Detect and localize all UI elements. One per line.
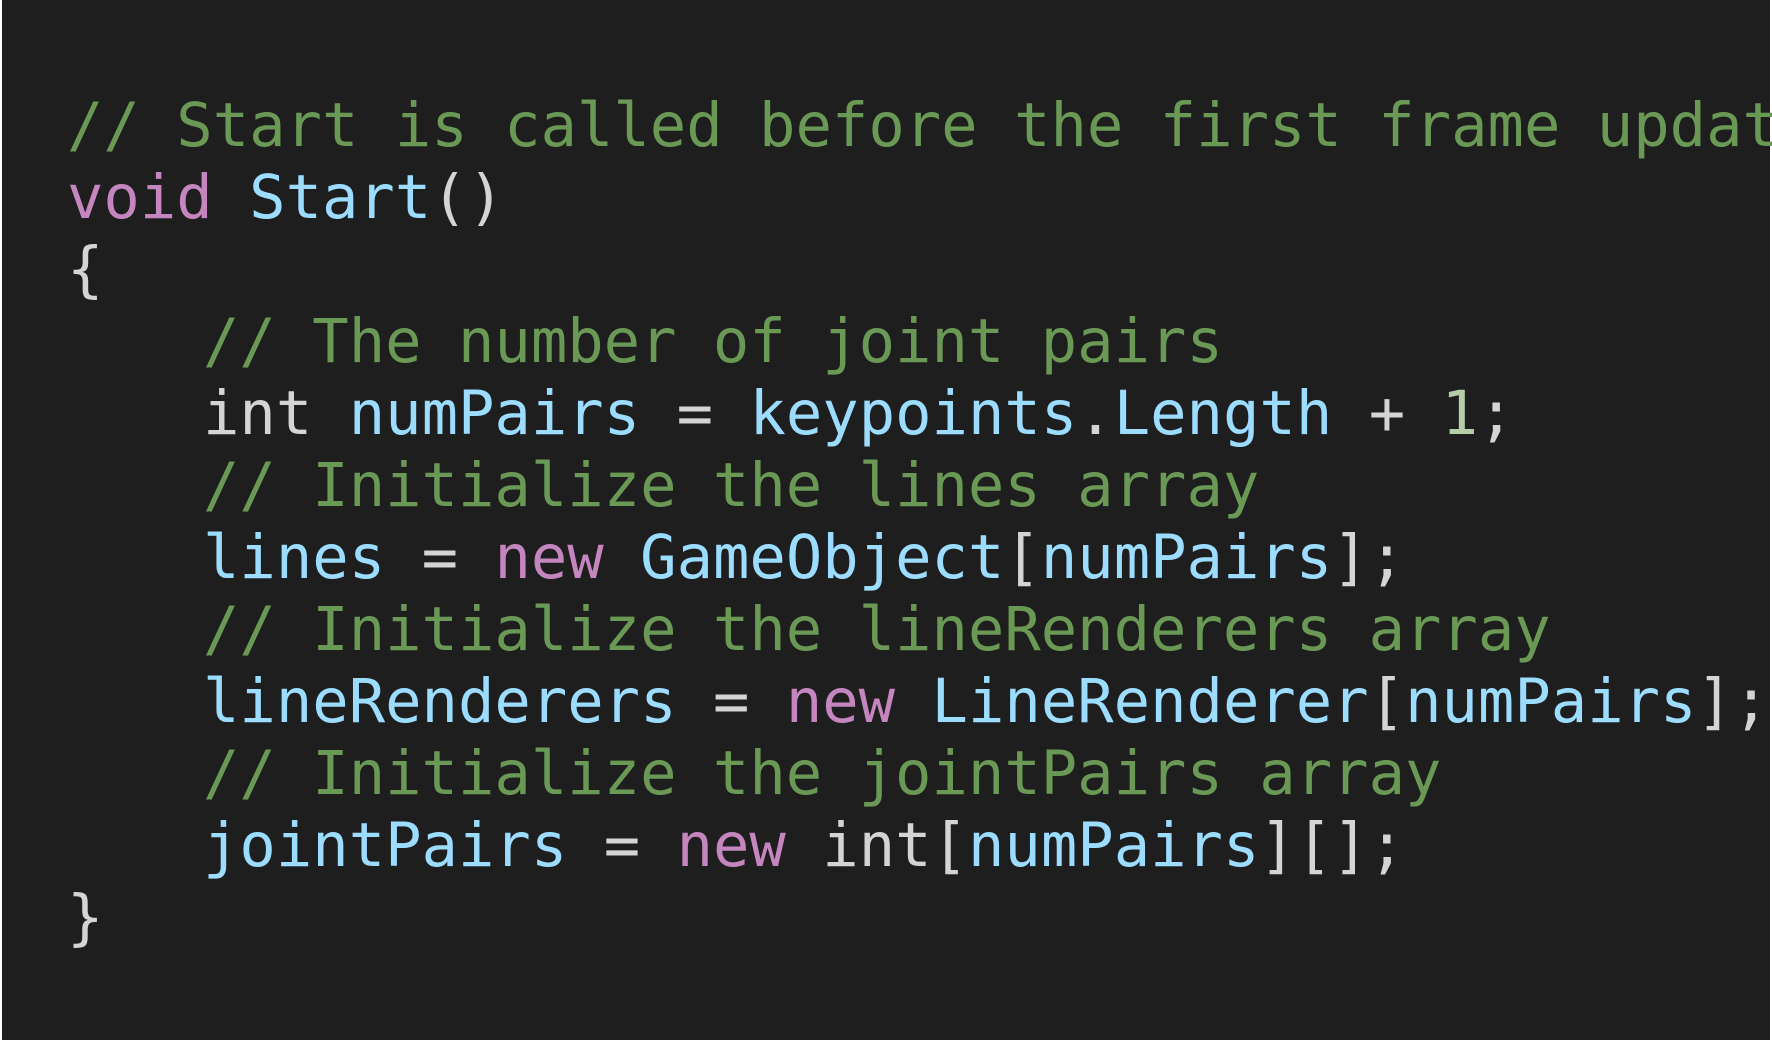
type-name: LineRenderer bbox=[931, 667, 1369, 737]
assign-operator: = bbox=[676, 379, 713, 449]
close-bracket: ]; bbox=[1696, 667, 1770, 737]
assign-operator: = bbox=[712, 667, 750, 737]
code-line-12: } bbox=[67, 882, 1770, 954]
object-name: keypoints bbox=[749, 379, 1078, 449]
assign-operator: = bbox=[603, 811, 641, 881]
code-line-1: // Start is called before the first fram… bbox=[67, 90, 1772, 162]
plus-operator: + bbox=[1368, 379, 1406, 449]
code-line-5: int numPairs = keypoints.Length + 1; bbox=[67, 378, 1770, 450]
type-int: int bbox=[203, 379, 313, 449]
semicolon: ; bbox=[1478, 379, 1515, 449]
comment: // Initialize the jointPairs array bbox=[203, 739, 1442, 809]
argument: numPairs bbox=[1405, 667, 1697, 737]
variable: numPairs bbox=[348, 379, 641, 449]
code-line-8: // Initialize the lineRenderers array bbox=[67, 594, 1770, 666]
argument: numPairs bbox=[968, 811, 1260, 881]
number-literal: 1 bbox=[1441, 379, 1478, 449]
comment: // Initialize the lines array bbox=[203, 451, 1260, 521]
keyword-new: new bbox=[785, 667, 896, 737]
type-name: GameObject bbox=[640, 523, 1005, 593]
type-int: int bbox=[822, 811, 932, 881]
code-line-4: // The number of joint pairs bbox=[67, 306, 1770, 378]
dot: . bbox=[1077, 379, 1114, 449]
open-bracket: [ bbox=[1004, 523, 1041, 593]
keyword-new: new bbox=[494, 523, 604, 593]
code-line-9: lineRenderers = new LineRenderer[numPair… bbox=[67, 666, 1770, 738]
comment: // The number of joint pairs bbox=[203, 307, 1223, 377]
assign-operator: = bbox=[421, 523, 458, 593]
variable: jointPairs bbox=[203, 811, 568, 881]
code-line-7: lines = new GameObject[numPairs]; bbox=[67, 522, 1770, 594]
close-brace: } bbox=[67, 883, 104, 953]
code-line-10: // Initialize the jointPairs array bbox=[67, 738, 1770, 810]
keyword-void: void bbox=[67, 163, 213, 233]
variable: lineRenderers bbox=[203, 667, 677, 737]
keyword-new: new bbox=[676, 811, 786, 881]
open-bracket: [ bbox=[931, 811, 968, 881]
variable: lines bbox=[203, 523, 386, 593]
code-line-2: void Start() bbox=[67, 162, 1770, 234]
open-bracket: [ bbox=[1368, 667, 1406, 737]
code-line-3: { bbox=[67, 234, 1770, 306]
code-line-11: jointPairs = new int[numPairs][]; bbox=[67, 810, 1770, 882]
close-bracket: ][]; bbox=[1259, 811, 1406, 881]
code-line-6: // Initialize the lines array bbox=[67, 450, 1770, 522]
comment: // Start is called before the first fram… bbox=[67, 91, 1772, 161]
argument: numPairs bbox=[1040, 523, 1333, 593]
comment: // Initialize the lineRenderers array bbox=[203, 595, 1551, 665]
parentheses: () bbox=[431, 163, 505, 233]
open-brace: { bbox=[67, 235, 104, 305]
method-name: Start bbox=[249, 163, 432, 233]
code-editor: // Start is called before the first fram… bbox=[2, 0, 1772, 1040]
property-name: Length bbox=[1113, 379, 1333, 449]
close-bracket: ]; bbox=[1332, 523, 1406, 593]
